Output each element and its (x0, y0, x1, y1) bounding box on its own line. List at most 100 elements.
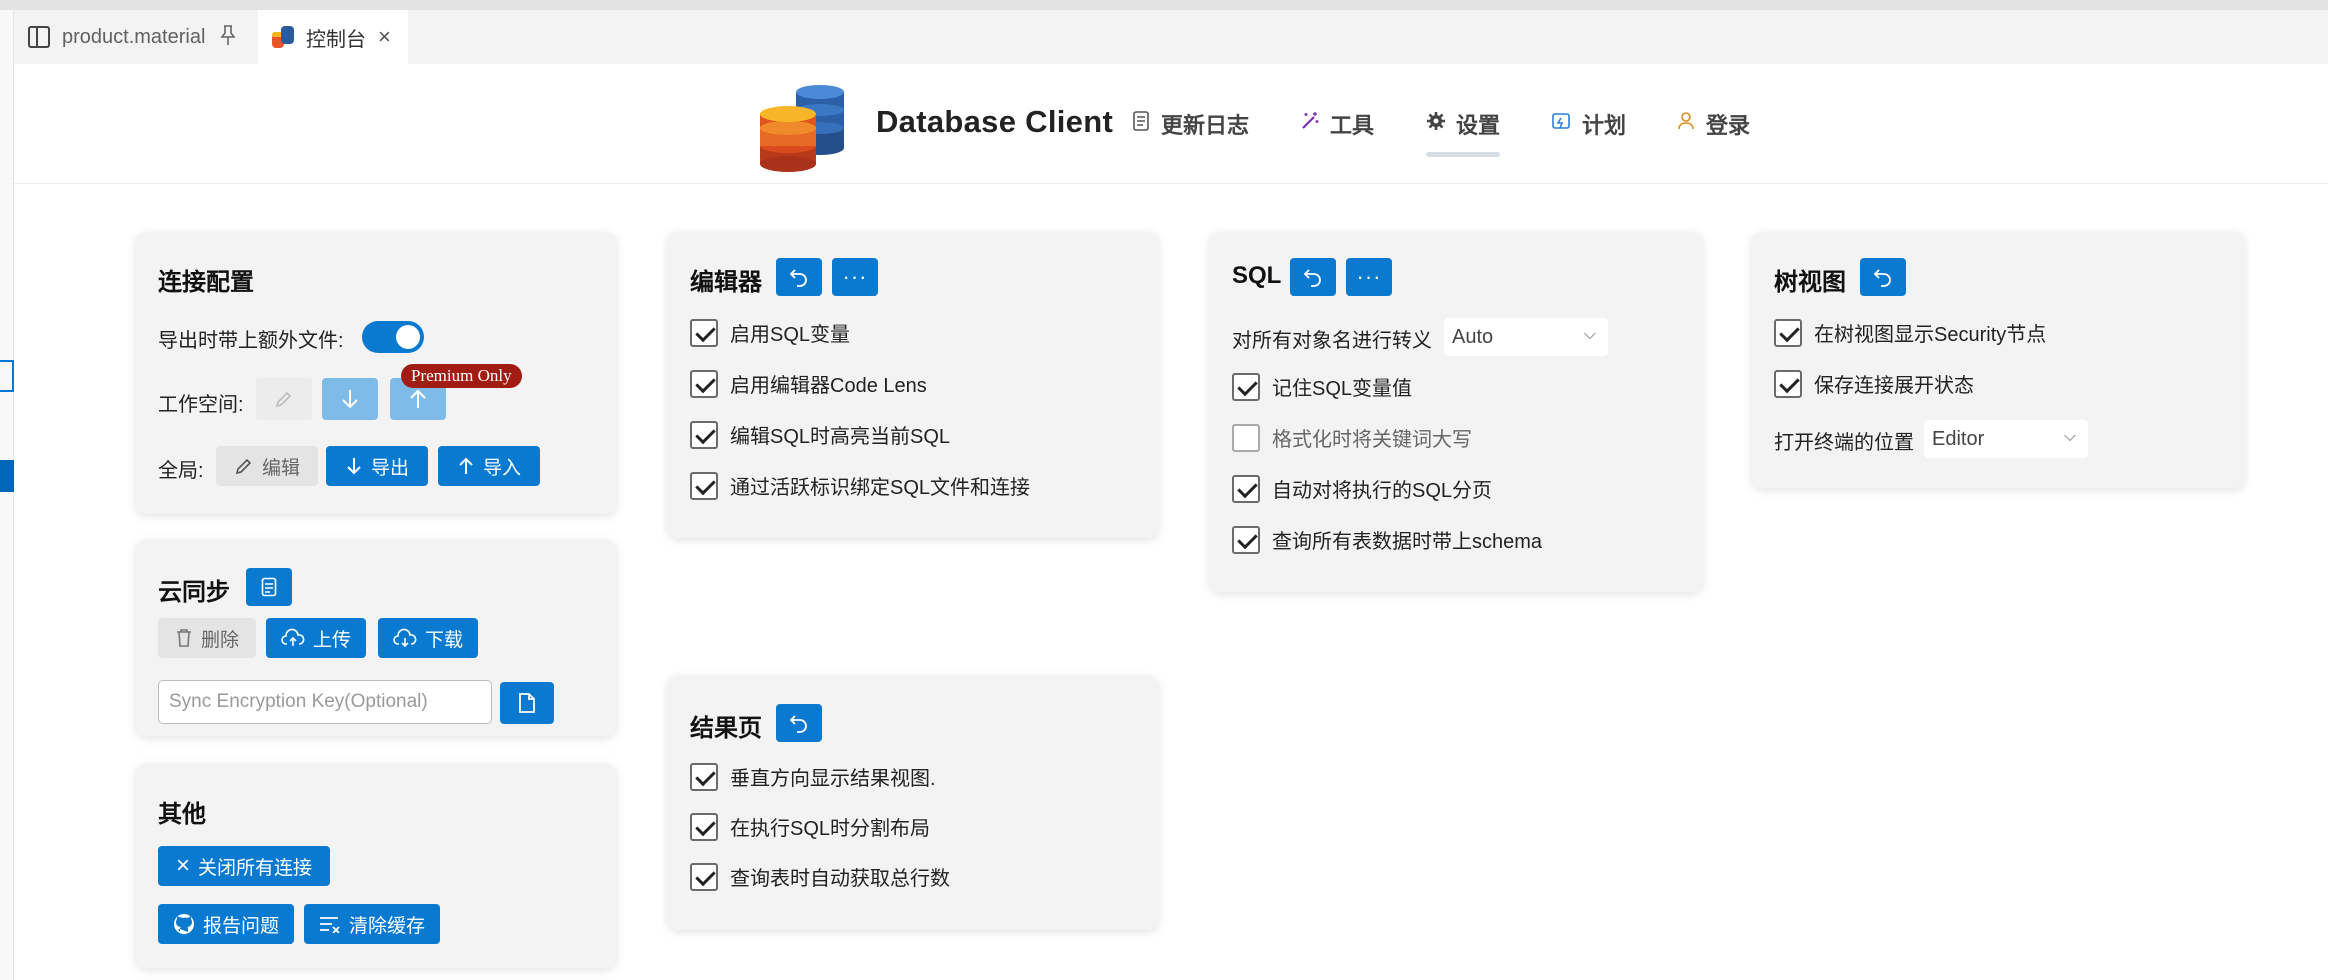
pencil-icon (235, 458, 252, 475)
nav-plan[interactable]: 计划 (1552, 108, 1626, 140)
nav-label: 设置 (1456, 113, 1501, 138)
option-label: 查询表时自动获取总行数 (730, 868, 950, 890)
checkbox[interactable] (690, 471, 718, 500)
github-icon (173, 914, 194, 934)
pencil-icon (275, 391, 292, 408)
global-export-button[interactable]: 导出 (326, 446, 428, 486)
sync-docs-button[interactable] (246, 568, 292, 606)
escape-select[interactable]: Auto ⌵ (1444, 318, 1608, 356)
option-label: 格式化时将关键词大写 (1272, 429, 1472, 451)
terminal-position-select[interactable]: Editor ⌵ (1924, 420, 2088, 458)
result-reset-button[interactable] (776, 704, 822, 742)
checkbox[interactable] (1232, 372, 1260, 401)
sql-option-uppercase-keywords[interactable]: 格式化时将关键词大写 (1232, 423, 1472, 452)
checkbox[interactable] (690, 369, 718, 398)
pin-icon[interactable] (219, 24, 237, 51)
sql-more-button[interactable]: ··· (1346, 258, 1392, 296)
checkbox[interactable] (1774, 369, 1802, 398)
arrow-down-icon (347, 458, 361, 475)
checkbox[interactable] (1774, 318, 1802, 347)
checkbox[interactable] (690, 862, 718, 891)
checkbox[interactable] (690, 812, 718, 841)
gutter-marker (0, 360, 14, 392)
close-all-connections-button[interactable]: × 关闭所有连接 (158, 846, 330, 886)
document-icon (261, 577, 277, 597)
nav-changelog[interactable]: 更新日志 (1131, 108, 1249, 140)
sql-option-auto-paginate[interactable]: 自动对将执行的SQL分页 (1232, 474, 1492, 503)
result-option-total-count[interactable]: 查询表时自动获取总行数 (690, 862, 950, 891)
button-label: 导入 (482, 457, 521, 479)
sql-card: SQL ··· 对所有对象名进行转义 Auto ⌵ 记住SQL变量值 格式化时将… (1210, 232, 1702, 592)
nav-tools[interactable]: 工具 (1300, 108, 1374, 140)
global-import-button[interactable]: 导入 (438, 446, 540, 486)
tree-reset-button[interactable] (1860, 258, 1906, 296)
workspace-edit-button[interactable] (256, 378, 312, 420)
editor-option-bind-sql-file[interactable]: 通过活跃标识绑定SQL文件和连接 (690, 471, 1030, 500)
option-label: 垂直方向显示结果视图. (730, 768, 936, 790)
escape-label: 对所有对象名进行转义 (1232, 330, 1432, 352)
gear-icon (1426, 111, 1446, 137)
tab-product-material[interactable]: product.material (14, 10, 258, 64)
nav-label: 计划 (1582, 113, 1627, 138)
editor-option-sql-variables[interactable]: 启用SQL变量 (690, 318, 850, 347)
terminal-position-label: 打开终端的位置 (1774, 432, 1914, 454)
editor-tab-bar: product.material 控制台 × (14, 10, 2328, 64)
option-label: 启用SQL变量 (730, 324, 851, 346)
sync-key-input[interactable]: Sync Encryption Key(Optional) (158, 680, 492, 724)
checkbox[interactable] (690, 762, 718, 791)
tree-option-save-expand[interactable]: 保存连接展开状态 (1774, 369, 1974, 398)
sync-download-button[interactable]: 下载 (378, 618, 478, 658)
option-label: 通过活跃标识绑定SQL文件和连接 (730, 477, 1031, 499)
undo-icon (1873, 269, 1891, 287)
brand-title: Database Client (876, 104, 1114, 139)
button-label: 删除 (200, 629, 239, 651)
more-icon: ··· (1356, 264, 1382, 289)
nav-settings[interactable]: 设置 (1426, 108, 1501, 157)
sync-delete-button[interactable]: 删除 (158, 618, 256, 658)
editor-option-code-lens[interactable]: 启用编辑器Code Lens (690, 369, 927, 398)
card-title: 树视图 (1774, 269, 1846, 296)
checkbox[interactable] (1232, 474, 1260, 503)
layout-icon (28, 26, 50, 48)
checkbox[interactable] (1232, 423, 1260, 452)
result-option-vertical[interactable]: 垂直方向显示结果视图. (690, 762, 936, 791)
clear-cache-button[interactable]: 清除缓存 (304, 904, 440, 944)
premium-badge: Premium Only (401, 364, 522, 388)
chevron-down-icon: ⌵ (1583, 326, 1596, 343)
plan-icon (1552, 111, 1572, 137)
export-extra-toggle[interactable] (362, 321, 424, 353)
card-title: 云同步 (158, 579, 230, 606)
sql-option-remember-vars[interactable]: 记住SQL变量值 (1232, 372, 1412, 401)
result-card: 结果页 垂直方向显示结果视图. 在执行SQL时分割布局 查询表时自动获取总行数 (668, 676, 1158, 930)
arrow-down-icon (342, 390, 358, 409)
undo-icon (789, 269, 807, 287)
checkbox[interactable] (690, 420, 718, 449)
editor-reset-button[interactable] (776, 258, 822, 296)
cloud-download-icon (393, 628, 417, 648)
tree-option-security-node[interactable]: 在树视图显示Security节点 (1774, 318, 2046, 347)
undo-icon (789, 715, 807, 733)
nav-login[interactable]: 登录 (1676, 108, 1750, 140)
tab-console[interactable]: 控制台 × (258, 10, 408, 64)
option-label: 在执行SQL时分割布局 (730, 818, 931, 840)
other-card: 其他 × 关闭所有连接 报告问题 清除缓存 (136, 764, 616, 968)
checkbox[interactable] (690, 318, 718, 347)
option-label: 启用编辑器Code Lens (730, 375, 927, 397)
sql-option-with-schema[interactable]: 查询所有表数据时带上schema (1232, 525, 1542, 554)
sql-reset-button[interactable] (1290, 258, 1336, 296)
trash-icon (176, 629, 191, 647)
result-option-split-layout[interactable]: 在执行SQL时分割布局 (690, 812, 930, 841)
editor-card: 编辑器 ··· 启用SQL变量 启用编辑器Code Lens 编辑SQL时高亮当… (668, 232, 1158, 538)
editor-option-highlight-sql[interactable]: 编辑SQL时高亮当前SQL (690, 420, 950, 449)
sync-upload-button[interactable]: 上传 (266, 618, 366, 658)
database-icon (272, 26, 294, 48)
close-icon[interactable]: × (378, 24, 391, 50)
report-issue-button[interactable]: 报告问题 (158, 904, 294, 944)
more-icon: ··· (842, 264, 868, 289)
editor-more-button[interactable]: ··· (832, 258, 878, 296)
workspace-export-button[interactable] (322, 378, 378, 420)
checkbox[interactable] (1232, 525, 1260, 554)
card-title: 其他 (158, 801, 206, 828)
global-edit-button[interactable]: 编辑 (216, 446, 318, 486)
sync-key-file-button[interactable] (500, 682, 554, 724)
